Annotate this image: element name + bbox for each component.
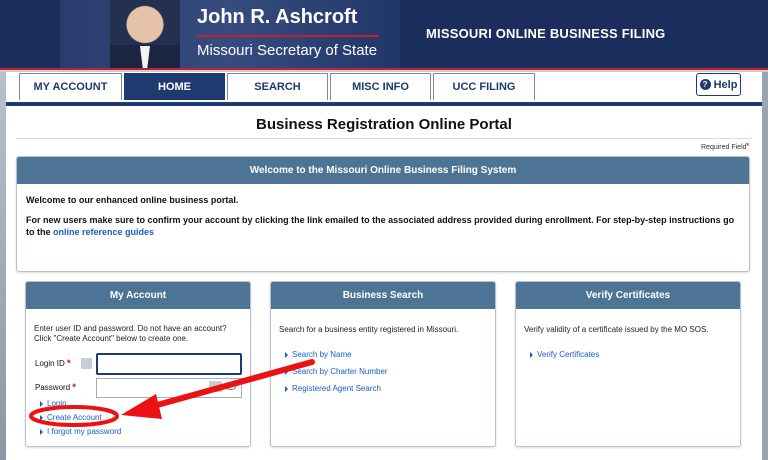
required-star: * <box>746 141 750 151</box>
user-icon <box>81 358 92 369</box>
login-id-label: Login ID * <box>35 358 71 368</box>
required-star: * <box>72 382 76 392</box>
required-field-note: Required Field <box>701 144 747 151</box>
my-account-heading: My Account <box>26 282 250 309</box>
tab-my-account[interactable]: MY ACCOUNT <box>19 73 122 100</box>
verify-certificates-description: Verify validity of a certificate issued … <box>524 325 709 334</box>
tab-search[interactable]: SEARCH <box>227 73 328 100</box>
required-star: * <box>67 358 71 368</box>
business-search-description: Search for a business entity registered … <box>279 325 459 334</box>
business-search-panel: Business Search Search for a business en… <box>270 281 496 447</box>
caret-right-icon <box>285 368 288 375</box>
verify-certificates-link-label: Verify Certificates <box>537 350 600 359</box>
caret-right-icon <box>40 400 43 407</box>
caret-right-icon <box>40 414 43 421</box>
reference-guides-link[interactable]: online reference guides <box>53 227 154 237</box>
welcome-panel: Welcome to the Missouri Online Business … <box>16 156 750 272</box>
name-underline <box>197 35 379 37</box>
password-label-text: Password <box>35 383 71 392</box>
business-search-heading: Business Search <box>271 282 495 309</box>
background-right <box>762 72 768 460</box>
eye-icon[interactable] <box>226 384 236 390</box>
site-header: John R. Ashcroft Missouri Secretary of S… <box>0 0 768 70</box>
search-by-name-label: Search by Name <box>292 350 352 359</box>
caret-right-icon <box>40 428 43 435</box>
caret-right-icon <box>530 351 533 358</box>
caret-right-icon <box>285 351 288 358</box>
search-by-name-link[interactable]: Search by Name <box>285 350 352 359</box>
my-account-panel: My Account Enter user ID and password. D… <box>25 281 251 447</box>
lock-icon <box>209 381 222 392</box>
login-link-label: Login <box>47 399 67 408</box>
password-label: Password * <box>35 382 76 392</box>
tab-bar: MY ACCOUNT HOME SEARCH MISC INFO UCC FIL… <box>6 72 762 106</box>
secretary-portrait <box>110 0 180 68</box>
login-link[interactable]: Login <box>40 399 67 408</box>
login-id-label-text: Login ID <box>35 359 65 368</box>
site-title: MISSOURI ONLINE BUSINESS FILING <box>426 26 666 41</box>
verify-certificates-panel: Verify Certificates Verify validity of a… <box>515 281 741 447</box>
tab-misc-info[interactable]: MISC INFO <box>330 73 431 100</box>
question-icon: ? <box>699 79 711 90</box>
create-account-link-label: Create Account <box>47 413 102 422</box>
create-account-link[interactable]: Create Account <box>40 413 102 422</box>
help-button[interactable]: ? Help <box>696 73 741 96</box>
official-name: John R. Ashcroft <box>197 6 358 28</box>
search-by-charter-label: Search by Charter Number <box>292 367 388 376</box>
forgot-password-link-label: I forgot my password <box>47 427 122 436</box>
search-by-charter-link[interactable]: Search by Charter Number <box>285 367 388 376</box>
title-divider <box>16 138 752 139</box>
login-id-input[interactable] <box>96 353 242 375</box>
verify-certificates-heading: Verify Certificates <box>516 282 740 309</box>
page-title: Business Registration Online Portal <box>256 116 512 133</box>
instructions-text: For new users make sure to confirm your … <box>26 214 742 238</box>
verify-certificates-link[interactable]: Verify Certificates <box>530 350 599 359</box>
forgot-password-link[interactable]: I forgot my password <box>40 427 121 436</box>
main-page: MY ACCOUNT HOME SEARCH MISC INFO UCC FIL… <box>6 72 762 460</box>
tab-ucc-filing[interactable]: UCC FILING <box>433 73 535 100</box>
welcome-panel-heading: Welcome to the Missouri Online Business … <box>17 157 749 184</box>
my-account-description: Enter user ID and password. Do not have … <box>34 324 227 343</box>
caret-right-icon <box>285 385 288 392</box>
registered-agent-search-link[interactable]: Registered Agent Search <box>285 384 381 393</box>
welcome-text: Welcome to our enhanced online business … <box>26 195 239 205</box>
tab-home[interactable]: HOME <box>124 73 225 100</box>
help-label: Help <box>713 78 738 91</box>
registered-agent-search-label: Registered Agent Search <box>292 384 381 393</box>
official-title: Missouri Secretary of State <box>197 42 378 59</box>
